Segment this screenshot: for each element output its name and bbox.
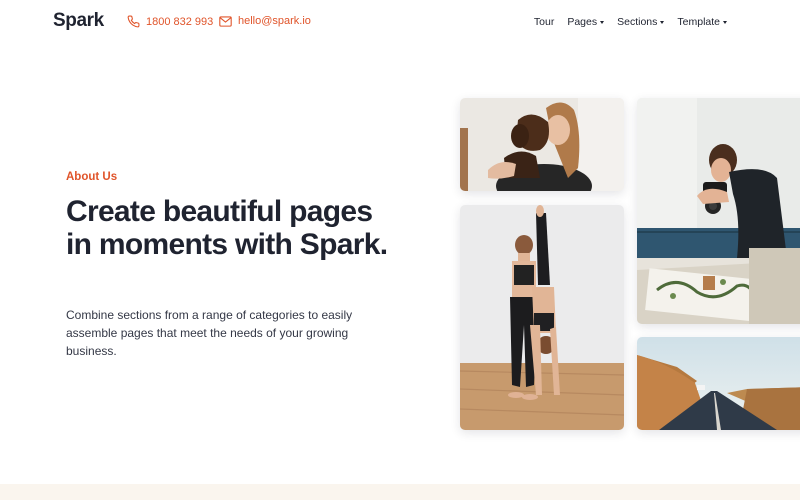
- caret-down-icon: [660, 21, 665, 24]
- logo[interactable]: Spark: [53, 10, 104, 32]
- nav-item-label: Template: [677, 16, 720, 28]
- phone-icon: [127, 15, 140, 28]
- phone-number: 1800 832 993: [146, 15, 214, 28]
- hero-description: Combine sections from a range of categor…: [66, 308, 353, 358]
- nav-item-template[interactable]: Template: [677, 16, 727, 28]
- main-nav: Tour Pages Sections Template: [534, 16, 727, 28]
- photo-yoga-pair: [460, 205, 624, 430]
- photo-open-road: [637, 337, 800, 430]
- hero-headline: Create beautiful pages in moments with S…: [66, 195, 388, 261]
- nav-item-tour[interactable]: Tour: [534, 16, 554, 28]
- phone-link[interactable]: 1800 832 993: [127, 15, 213, 28]
- nav-item-label: Pages: [567, 16, 598, 28]
- email-address: hello@spark.io: [238, 15, 311, 27]
- nav-item-label: Tour: [533, 16, 555, 28]
- photo-photographer: [637, 98, 800, 324]
- nav-item-label: Sections: [617, 16, 658, 28]
- caret-down-icon: [723, 21, 727, 24]
- mail-icon: [219, 15, 232, 27]
- photo-woman-with-dog: [460, 98, 624, 191]
- section-eyebrow: About Us: [66, 171, 118, 183]
- next-section-band: [0, 484, 800, 500]
- caret-down-icon: [600, 21, 605, 24]
- site-header: Spark 1800 832 993 hello@spark.io Tour P…: [0, 0, 800, 46]
- email-link[interactable]: hello@spark.io: [219, 15, 311, 27]
- nav-item-sections[interactable]: Sections: [617, 16, 665, 28]
- nav-item-pages[interactable]: Pages: [567, 16, 605, 28]
